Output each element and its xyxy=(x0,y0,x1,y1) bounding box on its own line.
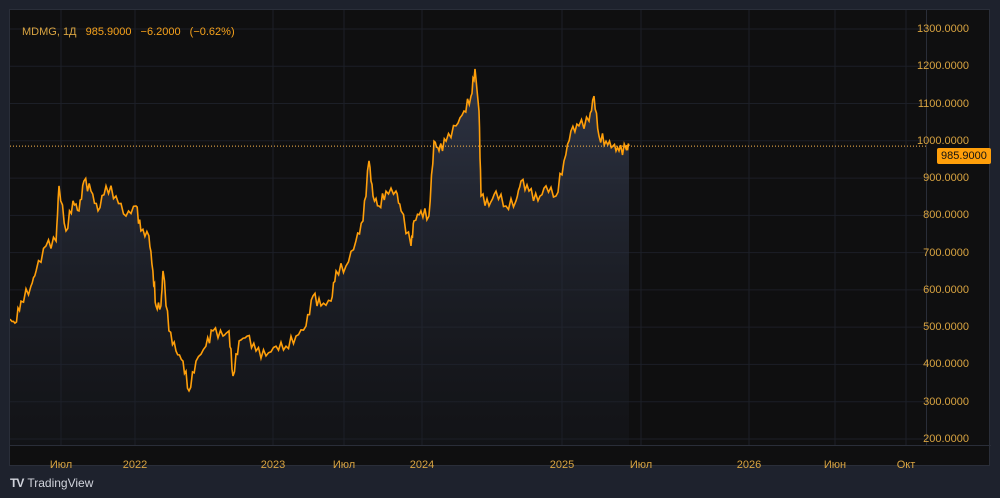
legend-symbol: MDMG, 1Д xyxy=(22,26,77,38)
x-tick-label: 2025 xyxy=(549,459,575,471)
y-tick-label: 1300.0000 xyxy=(917,23,969,35)
tradingview-logo[interactable]: TV TradingView xyxy=(10,476,93,490)
legend: MDMG, 1Д 985.9000 −6.2000 (−0.62%) xyxy=(22,26,241,38)
y-tick-label: 1200.0000 xyxy=(917,60,969,73)
x-tick-label: 2024 xyxy=(409,459,435,471)
legend-change: −6.2000 xyxy=(140,26,181,38)
y-tick-label: 1000.0000 xyxy=(917,134,969,147)
x-tick-label: 2026 xyxy=(736,459,762,471)
last-price-tag: 985.9000 xyxy=(937,148,991,164)
area-fill xyxy=(10,68,630,445)
x-tick-label: 2023 xyxy=(260,459,286,471)
price-axis-border xyxy=(926,10,927,445)
time-axis-border xyxy=(10,445,991,446)
y-tick-label: 400.0000 xyxy=(923,358,969,371)
y-tick-label: 1100.0000 xyxy=(917,97,969,110)
brand-name: TradingView xyxy=(27,476,94,490)
y-tick-label: 900.0000 xyxy=(923,172,969,185)
x-tick-label: Июл xyxy=(629,459,653,471)
tv-logo-icon: TV xyxy=(10,476,24,490)
y-tick-label: 200.0000 xyxy=(923,432,969,445)
y-tick-label: 300.0000 xyxy=(923,395,969,408)
x-tick-label: Июл xyxy=(332,459,356,471)
chart-canvas[interactable] xyxy=(10,10,991,467)
legend-change-pct: (−0.62%) xyxy=(189,26,235,38)
x-tick-label: Июл xyxy=(49,459,73,471)
y-tick-label: 700.0000 xyxy=(923,246,969,259)
x-tick-label: Окт xyxy=(896,459,916,471)
x-tick-label: 2022 xyxy=(122,459,148,471)
x-tick-label: Июн xyxy=(823,459,847,471)
y-tick-label: 800.0000 xyxy=(923,209,969,222)
y-tick-label: 600.0000 xyxy=(923,283,969,296)
chart-panel[interactable]: MDMG, 1Д 985.9000 −6.2000 (−0.62%) 1300.… xyxy=(9,9,991,471)
y-tick-label: 500.0000 xyxy=(923,321,969,334)
legend-price: 985.9000 xyxy=(85,26,132,38)
